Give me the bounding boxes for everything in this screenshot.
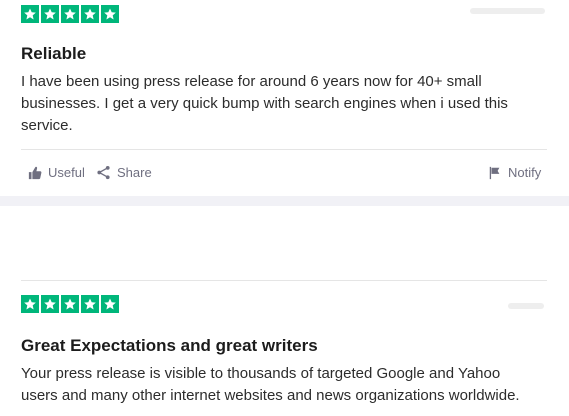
- review-body: Your press release is visible to thousan…: [21, 365, 520, 404]
- star-icon: [41, 295, 59, 313]
- star-rating: [21, 295, 119, 313]
- divider: [21, 280, 547, 281]
- notify-button[interactable]: Notify: [488, 165, 541, 180]
- notify-label: Notify: [508, 165, 542, 180]
- review-card: Great Expectations and great writers You…: [0, 206, 569, 416]
- share-label: Share: [117, 165, 152, 180]
- star-icon: [101, 295, 119, 313]
- star-icon: [101, 5, 119, 23]
- star-icon: [81, 5, 99, 23]
- review-date-placeholder: [508, 303, 544, 309]
- star-icon: [21, 5, 39, 23]
- thumbs-up-icon: [28, 166, 42, 180]
- useful-button[interactable]: Useful: [28, 165, 85, 180]
- review-body: I have been using press release for arou…: [21, 73, 508, 134]
- divider: [21, 149, 547, 150]
- useful-label: Useful: [48, 165, 85, 180]
- card-separator: [0, 196, 569, 206]
- share-icon: [96, 165, 111, 180]
- star-icon: [61, 295, 79, 313]
- star-icon: [41, 5, 59, 23]
- share-button[interactable]: Share: [96, 165, 152, 180]
- review-card: Reliable I have been using press release…: [0, 0, 569, 196]
- review-title: Reliable: [21, 44, 87, 63]
- star-rating: [21, 5, 119, 23]
- review-date-placeholder: [470, 8, 545, 14]
- star-icon: [61, 5, 79, 23]
- star-icon: [21, 295, 39, 313]
- flag-icon: [488, 166, 502, 180]
- star-icon: [81, 295, 99, 313]
- review-title: Great Expectations and great writers: [21, 336, 318, 355]
